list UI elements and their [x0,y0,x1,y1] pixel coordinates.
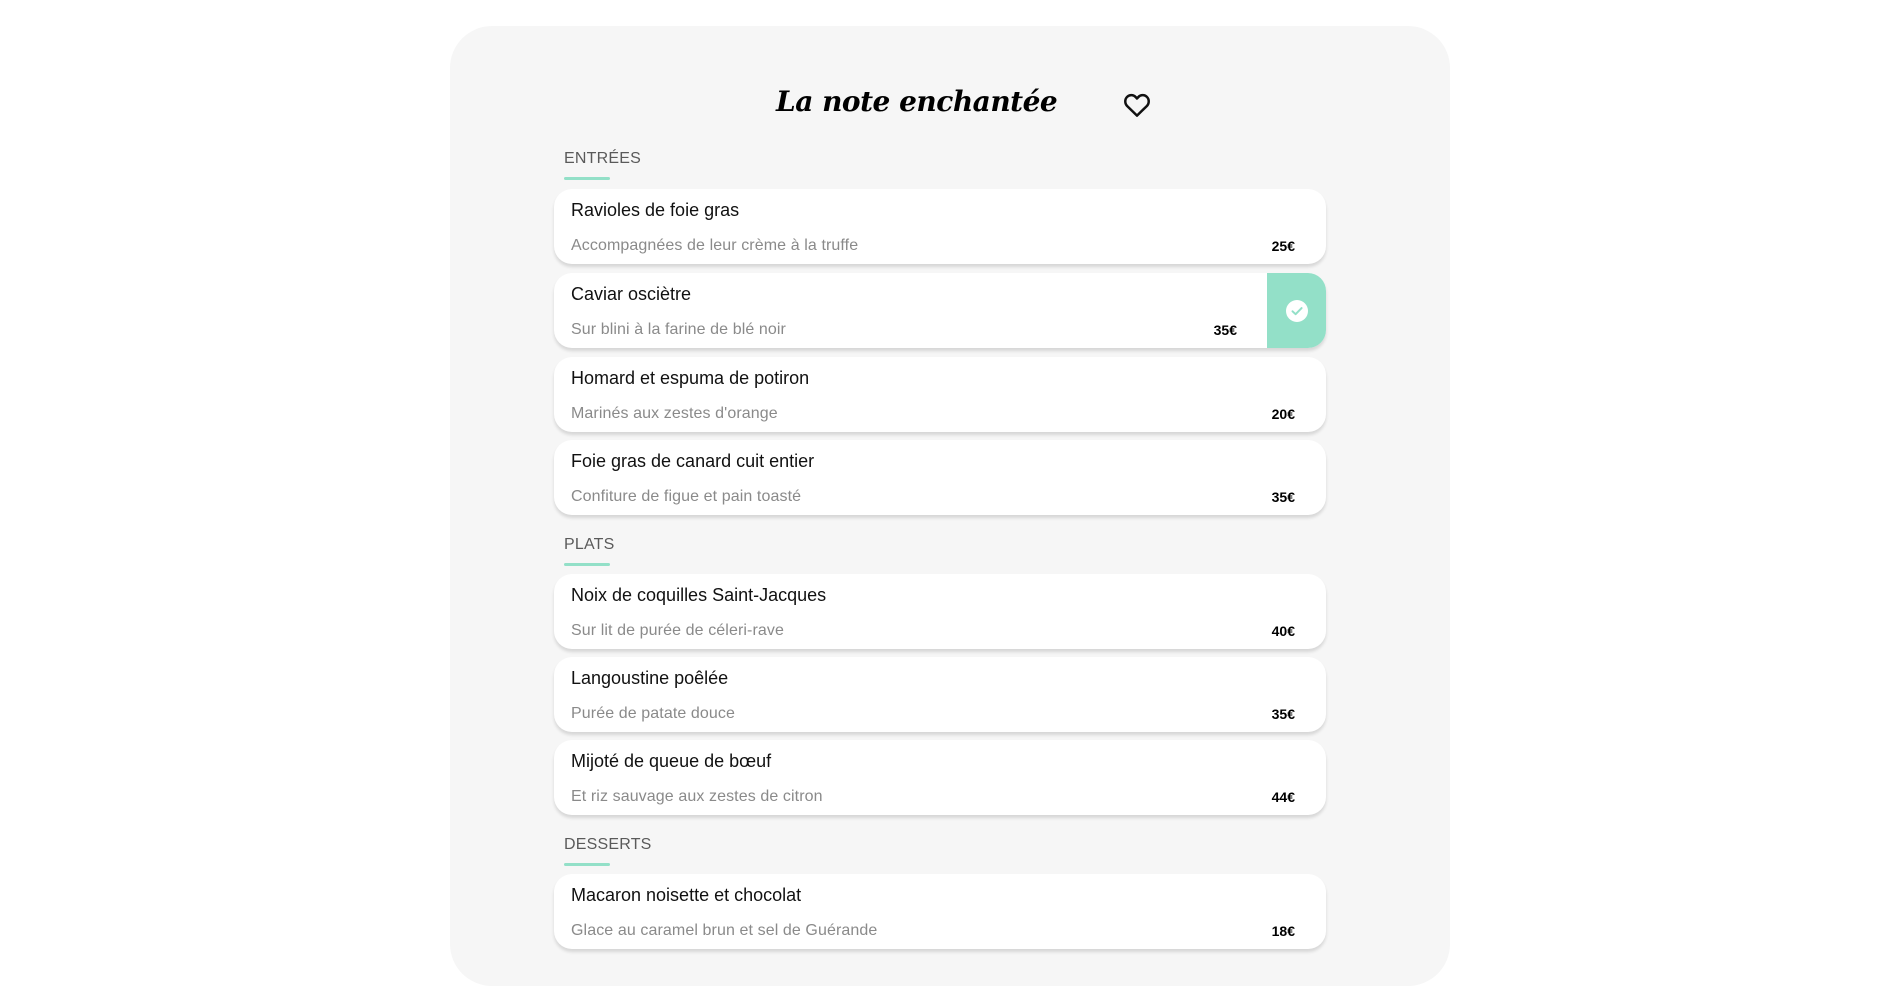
item-price: 35€ [1213,322,1237,338]
item-price: 18€ [1271,923,1295,939]
item-name: Caviar osciètre [571,284,692,304]
item-price: 44€ [1271,789,1295,805]
item-name: Foie gras de canard cuit entier [571,451,815,471]
heart-icon[interactable] [1122,90,1152,120]
item-description: Accompagnées de leur crème à la truffe [571,237,859,254]
selected-indicator[interactable] [1267,273,1326,348]
menu-item[interactable]: Langoustine poêlée Purée de patate douce… [554,657,1326,732]
item-description: Confiture de figue et pain toasté [571,488,802,505]
item-price: 25€ [1271,238,1295,254]
item-name: Macaron noisette et chocolat [571,885,802,905]
item-price: 20€ [1271,406,1295,422]
item-name: Ravioles de foie gras [571,200,740,220]
section-underline [564,863,610,866]
item-name: Homard et espuma de potiron [571,368,810,388]
menu-panel: La note enchantée ENTRÉES Ravioles de fo… [450,26,1450,986]
menu-item[interactable]: Homard et espuma de potiron Marinés aux … [554,357,1326,432]
restaurant-title: La note enchantée [776,85,1058,118]
item-name: Mijoté de queue de bœuf [571,751,772,771]
item-description: Sur blini à la farine de blé noir [571,321,786,338]
menu-item[interactable]: Foie gras de canard cuit entier Confitur… [554,440,1326,515]
item-description: Glace au caramel brun et sel de Guérande [571,922,878,939]
menu-item[interactable]: Mijoté de queue de bœuf Et riz sauvage a… [554,740,1326,815]
item-description: Et riz sauvage aux zestes de citron [571,788,823,805]
item-description: Marinés aux zestes d'orange [571,405,778,422]
section-underline [564,177,610,180]
section-underline [564,563,610,566]
item-price: 35€ [1271,489,1295,505]
section-title-desserts: DESSERTS [564,836,652,853]
item-description: Purée de patate douce [571,705,736,722]
section-title-entrees: ENTRÉES [564,150,641,167]
check-circle-icon [1285,299,1308,322]
menu-item-selected[interactable]: Caviar osciètre Sur blini à la farine de… [554,273,1326,348]
menu-item[interactable]: Macaron noisette et chocolat Glace au ca… [554,874,1326,949]
item-name: Noix de coquilles Saint-Jacques [571,585,827,605]
item-price: 35€ [1271,706,1295,722]
section-title-plats: PLATS [564,536,615,553]
item-description: Sur lit de purée de céleri-rave [571,622,784,639]
menu-item[interactable]: Ravioles de foie gras Accompagnées de le… [554,189,1326,264]
menu-item[interactable]: Noix de coquilles Saint-Jacques Sur lit … [554,574,1326,649]
item-price: 40€ [1271,623,1295,639]
item-name: Langoustine poêlée [571,668,729,688]
menu-header: La note enchantée [450,84,1450,134]
